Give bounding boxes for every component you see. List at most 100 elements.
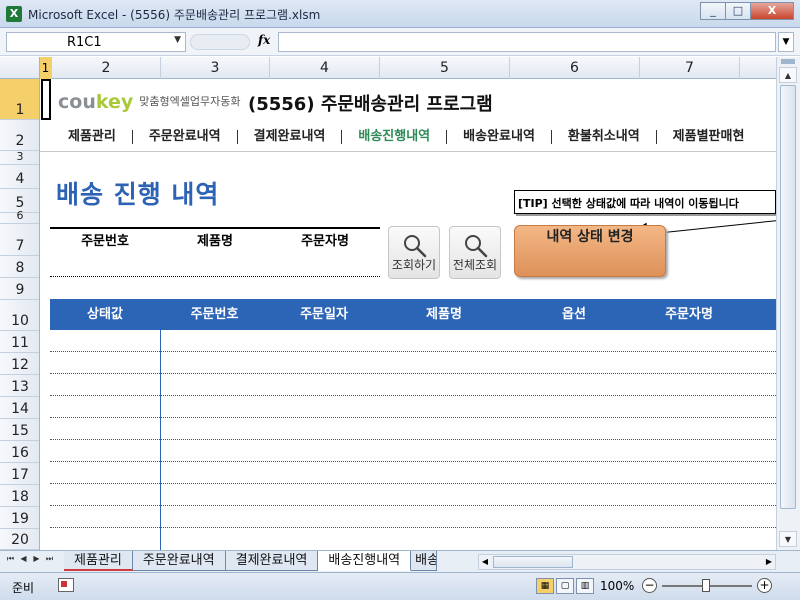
search-label-orderer-name: 주문자명 (301, 234, 349, 249)
row-header-20[interactable]: 20 (0, 529, 39, 550)
table-row[interactable] (50, 418, 776, 440)
scroll-up-icon[interactable]: ▲ (779, 67, 797, 83)
orderer-name-input[interactable] (270, 257, 380, 276)
split-handle[interactable] (781, 59, 795, 64)
column-header-3[interactable]: 3 (161, 57, 270, 79)
table-header-orderer-name[interactable]: 주문자명 (639, 299, 739, 330)
first-sheet-icon[interactable]: ⏮ (4, 554, 17, 564)
view-all-button-label: 전체조회 (452, 258, 498, 272)
chevron-down-icon[interactable]: ▼ (174, 35, 181, 45)
zoom-out-button[interactable]: − (642, 578, 657, 593)
normal-view-icon[interactable]: ▦ (536, 578, 554, 594)
minimize-button[interactable]: _ (700, 2, 726, 20)
row-header-8[interactable]: 8 (0, 256, 39, 278)
table-row[interactable] (50, 352, 776, 374)
column-header-1[interactable]: 1 (40, 57, 52, 79)
table-row[interactable] (50, 462, 776, 484)
table-row[interactable] (50, 330, 776, 352)
menu-item-products[interactable]: 제품관리 (52, 130, 133, 144)
table-row[interactable] (50, 440, 776, 462)
formula-input[interactable] (278, 32, 776, 52)
menu-item-payment-complete[interactable]: 결제완료내역 (238, 130, 343, 144)
excel-app-icon[interactable]: X (6, 6, 22, 22)
row-header-4[interactable]: 4 (0, 165, 39, 189)
column-header-2[interactable]: 2 (52, 57, 161, 79)
horizontal-scroll-thumb[interactable] (493, 556, 573, 568)
row-header-9[interactable]: 9 (0, 278, 39, 300)
row-header-13[interactable]: 13 (0, 375, 39, 397)
name-box[interactable]: R1C1 ▼ (6, 32, 186, 52)
table-row[interactable] (50, 374, 776, 396)
row-header-3[interactable]: 3 (0, 150, 39, 165)
row-header-18[interactable]: 18 (0, 485, 39, 507)
table-row[interactable] (50, 506, 776, 528)
row-header-2[interactable]: 2 (0, 120, 39, 151)
tab-shipping-in-progress[interactable]: 배송진행내역 (318, 551, 412, 571)
row-header-16[interactable]: 16 (0, 441, 39, 463)
zoom-in-button[interactable]: + (757, 578, 772, 593)
table-header: 상태값 주문번호 주문일자 제품명 옵션 주문자명 (50, 299, 776, 330)
selected-cell-a1[interactable] (41, 79, 51, 120)
vertical-scrollbar[interactable]: ▲ ▼ (776, 57, 800, 550)
section-title: 배송 진행 내역 (56, 180, 220, 209)
horizontal-scrollbar[interactable]: ◀ ▶ (478, 554, 776, 570)
table-row[interactable] (50, 528, 776, 550)
table-header-product-name[interactable]: 제품명 (379, 299, 509, 330)
insert-function-icon[interactable]: fx (258, 33, 270, 47)
menu-item-shipping-complete[interactable]: 배송완료내역 (447, 130, 552, 144)
tab-shipping-partial[interactable]: 배송 (411, 551, 438, 571)
menu-item-orders-complete[interactable]: 주문완료내역 (133, 130, 238, 144)
tab-orders-complete[interactable]: 주문완료내역 (132, 551, 226, 571)
change-status-button[interactable]: 내역 상태 변경 (514, 225, 666, 277)
tab-payment-complete[interactable]: 결제완료내역 (225, 551, 319, 571)
menu-item-refund-cancel[interactable]: 환불취소내역 (552, 130, 657, 144)
product-name-input[interactable] (160, 257, 270, 276)
row-header-14[interactable]: 14 (0, 397, 39, 419)
menu-item-sales-by-product[interactable]: 제품별판매현 (657, 130, 761, 144)
page-layout-view-icon[interactable]: ▢ (556, 578, 574, 594)
scroll-down-icon[interactable]: ▼ (779, 531, 797, 547)
page-break-view-icon[interactable]: ▥ (576, 578, 594, 594)
macro-record-icon[interactable] (58, 578, 74, 592)
row-header-17[interactable]: 17 (0, 463, 39, 485)
row-header-11[interactable]: 11 (0, 331, 39, 353)
table-row[interactable] (50, 484, 776, 506)
column-header-partial[interactable] (740, 57, 776, 79)
table-header-status[interactable]: 상태값 (50, 299, 160, 330)
zoom-level[interactable]: 100% (600, 579, 634, 593)
view-all-button[interactable]: 전체조회 (449, 226, 501, 279)
menu-item-shipping-in-progress[interactable]: 배송진행내역 (342, 130, 448, 144)
restore-button[interactable]: □ (725, 2, 751, 20)
last-sheet-icon[interactable]: ⏭ (43, 554, 56, 564)
worksheet[interactable]: coukey 맞춤형엑셀업무자동화 (5556) 주문배송관리 프로그램 제품관리… (40, 79, 776, 550)
close-button[interactable]: X (750, 2, 794, 20)
next-sheet-icon[interactable]: ▶ (30, 554, 43, 564)
select-all-corner[interactable] (0, 57, 40, 79)
row-header-7[interactable]: 7 (0, 224, 39, 256)
logo-tagline: 맞춤형엑셀업무자동화 (139, 95, 241, 108)
table-row[interactable] (50, 396, 776, 418)
search-button[interactable]: 조회하기 (388, 226, 440, 279)
vertical-scroll-thumb[interactable] (780, 85, 796, 509)
expand-formula-bar-icon[interactable]: ▼ (778, 32, 794, 52)
column-header-4[interactable]: 4 (270, 57, 380, 79)
zoom-slider-thumb[interactable] (702, 579, 710, 592)
table-header-option[interactable]: 옵션 (509, 299, 639, 330)
column-header-6[interactable]: 6 (510, 57, 640, 79)
column-header-7[interactable]: 7 (640, 57, 740, 79)
row-header-19[interactable]: 19 (0, 507, 39, 529)
table-column-divider (160, 330, 161, 550)
row-header-1[interactable]: 1 (0, 79, 39, 120)
row-header-12[interactable]: 12 (0, 353, 39, 375)
row-header-15[interactable]: 15 (0, 419, 39, 441)
scroll-left-icon[interactable]: ◀ (479, 555, 491, 569)
row-header-6[interactable]: 6 (0, 209, 39, 224)
table-header-order-number[interactable]: 주문번호 (160, 299, 269, 330)
table-header-order-date[interactable]: 주문일자 (269, 299, 379, 330)
prev-sheet-icon[interactable]: ◀ (17, 554, 30, 564)
column-header-5[interactable]: 5 (380, 57, 510, 79)
scroll-right-icon[interactable]: ▶ (763, 555, 775, 569)
order-number-input[interactable] (50, 257, 160, 276)
tab-products[interactable]: 제품관리 (64, 551, 133, 571)
row-header-10[interactable]: 10 (0, 300, 39, 331)
